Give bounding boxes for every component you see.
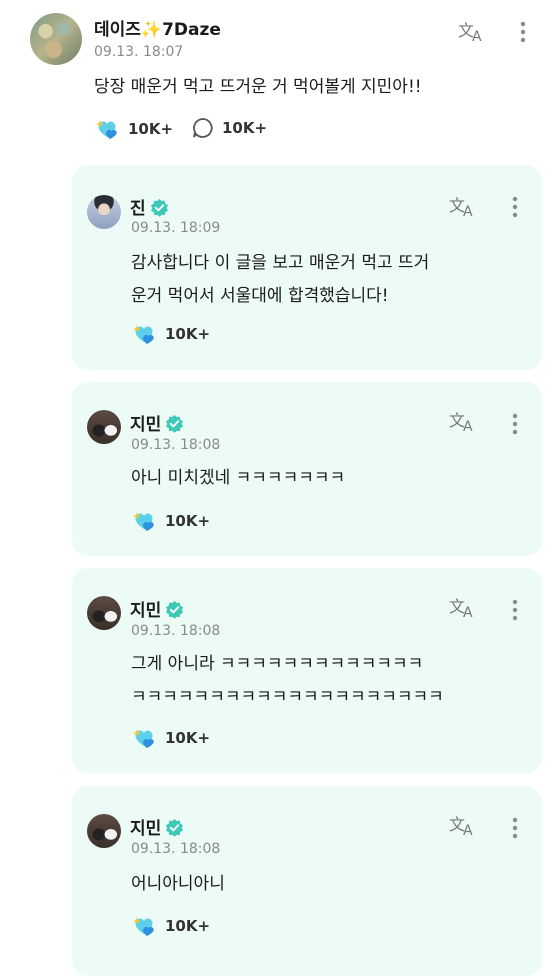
post-author-name[interactable]: 데이즈✨7Daze bbox=[94, 15, 221, 40]
like-count: 10K+ bbox=[165, 917, 211, 935]
like-button[interactable]: 10K+ bbox=[131, 509, 210, 533]
reply-date: 09.13. 18:08 bbox=[131, 841, 221, 857]
reply-avatar[interactable] bbox=[87, 814, 121, 848]
like-button[interactable]: 10K+ bbox=[131, 322, 210, 346]
like-button[interactable]: 10K+ bbox=[94, 117, 173, 141]
more-vertical-icon[interactable] bbox=[512, 598, 518, 622]
like-count: 10K+ bbox=[165, 325, 211, 343]
post-date: 09.13. 18:07 bbox=[94, 44, 184, 60]
reply-text: 그게 아니라 ㅋㅋㅋㅋㅋㅋㅋㅋㅋㅋㅋㅋㅋ ㅋㅋㅋㅋㅋㅋㅋㅋㅋㅋㅋㅋㅋㅋㅋㅋㅋㅋㅋ… bbox=[131, 648, 444, 714]
more-vertical-icon[interactable] bbox=[512, 412, 518, 436]
like-count: 10K+ bbox=[165, 512, 211, 530]
reply-text-line: 감사합니다 이 글을 보고 매운거 먹고 뜨거 bbox=[131, 253, 430, 273]
reply-text-line: 운거 먹어서 서울대에 합격했습니다! bbox=[131, 286, 389, 306]
more-vertical-icon[interactable] bbox=[512, 816, 518, 840]
reply-card: 지민 09.13. 18:08 아니 미치겠네 ㅋㅋㅋㅋㅋㅋㅋ 10K+ bbox=[72, 382, 542, 556]
more-vertical-icon[interactable] bbox=[520, 20, 526, 44]
sparkle-heart-icon bbox=[131, 509, 157, 533]
translate-icon[interactable] bbox=[448, 813, 478, 837]
reply-card: 진 09.13. 18:09 감사합니다 이 글을 보고 매운거 먹고 뜨거 운… bbox=[72, 165, 542, 370]
reply-avatar[interactable] bbox=[87, 410, 121, 444]
reply-text: 감사합니다 이 글을 보고 매운거 먹고 뜨거 운거 먹어서 서울대에 합격했습… bbox=[131, 247, 429, 313]
comment-count: 10K+ bbox=[222, 119, 268, 137]
reply-text: 어니아니아니 bbox=[131, 868, 225, 901]
more-vertical-icon[interactable] bbox=[512, 195, 518, 219]
reply-text: 아니 미치겠네 ㅋㅋㅋㅋㅋㅋㅋ bbox=[131, 462, 345, 495]
sparkle-heart-icon bbox=[131, 322, 157, 346]
verified-check-icon bbox=[165, 600, 184, 619]
reply-avatar[interactable] bbox=[87, 195, 121, 229]
sparkle-heart-icon bbox=[131, 914, 157, 938]
like-button[interactable]: 10K+ bbox=[131, 914, 210, 938]
main-post: 데이즈✨7Daze 09.13. 18:07 당장 매운거 먹고 뜨거운 거 먹… bbox=[0, 0, 553, 160]
reply-text-line: 어니아니아니 bbox=[131, 874, 225, 894]
reply-text-line: ㅋㅋㅋㅋㅋㅋㅋㅋㅋㅋㅋㅋㅋㅋㅋㅋㅋㅋㅋㅋ bbox=[131, 687, 444, 707]
reply-card: 지민 09.13. 18:08 그게 아니라 ㅋㅋㅋㅋㅋㅋㅋㅋㅋㅋㅋㅋㅋ ㅋㅋㅋ… bbox=[72, 568, 542, 773]
reply-date: 09.13. 18:09 bbox=[131, 220, 221, 236]
verified-check-icon bbox=[165, 414, 184, 433]
translate-icon[interactable] bbox=[457, 19, 487, 43]
reply-text-line: 아니 미치겠네 ㅋㅋㅋㅋㅋㅋㅋ bbox=[131, 468, 346, 488]
reply-author-name[interactable]: 지민 bbox=[130, 410, 184, 435]
like-button[interactable]: 10K+ bbox=[131, 726, 210, 750]
reply-card: 지민 09.13. 18:08 어니아니아니 10K+ bbox=[72, 786, 542, 976]
like-count: 10K+ bbox=[128, 120, 174, 138]
verified-check-icon bbox=[150, 198, 169, 217]
reply-date: 09.13. 18:08 bbox=[131, 437, 221, 453]
sparkle-heart-icon bbox=[131, 726, 157, 750]
comment-bubble-icon bbox=[192, 117, 214, 139]
post-text: 당장 매운거 먹고 뜨거운 거 먹어볼게 지민아!! bbox=[94, 77, 422, 97]
reply-text-line: 그게 아니라 ㅋㅋㅋㅋㅋㅋㅋㅋㅋㅋㅋㅋㅋ bbox=[131, 654, 424, 674]
author-avatar[interactable] bbox=[30, 13, 82, 65]
verified-check-icon bbox=[165, 818, 184, 837]
reply-author-name[interactable]: 지민 bbox=[130, 596, 184, 621]
like-count: 10K+ bbox=[165, 729, 211, 747]
reply-avatar[interactable] bbox=[87, 596, 121, 630]
reply-author-name[interactable]: 진 bbox=[130, 194, 169, 219]
translate-icon[interactable] bbox=[448, 409, 478, 433]
comment-button[interactable]: 10K+ bbox=[192, 117, 267, 139]
reply-date: 09.13. 18:08 bbox=[131, 623, 221, 639]
translate-icon[interactable] bbox=[448, 194, 478, 218]
reply-author-name[interactable]: 지민 bbox=[130, 814, 184, 839]
sparkle-heart-icon bbox=[94, 117, 120, 141]
translate-icon[interactable] bbox=[448, 595, 478, 619]
